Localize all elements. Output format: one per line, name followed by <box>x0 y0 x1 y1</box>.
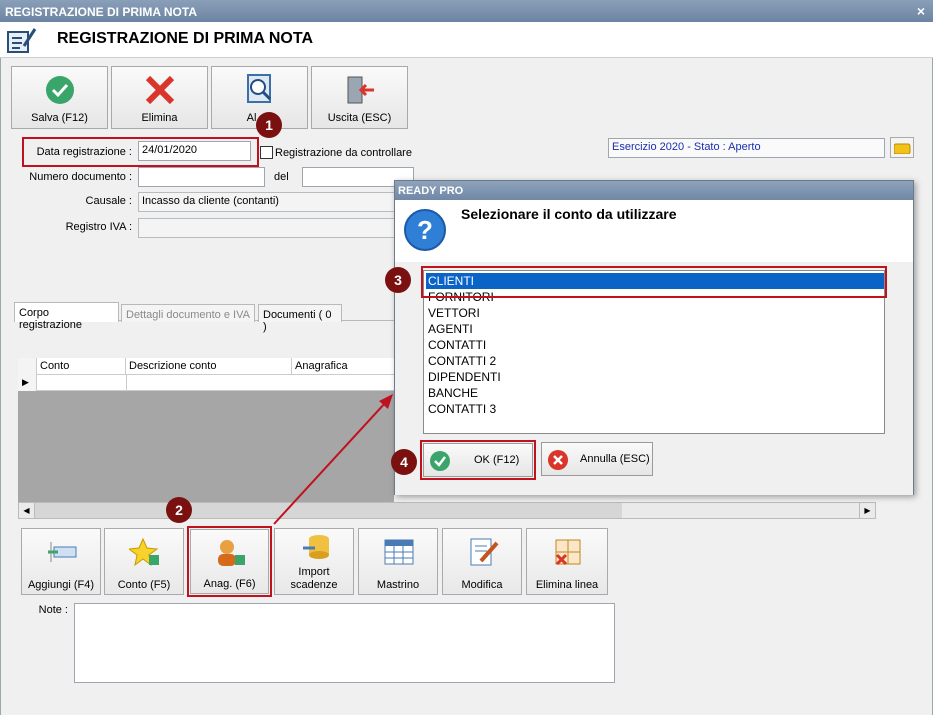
list-item[interactable]: AGENTI <box>428 321 473 337</box>
list-item[interactable]: CONTATTI <box>428 337 486 353</box>
select-account-dialog: READY PRO ? Selezionare il conto da util… <box>385 180 914 495</box>
list-item[interactable]: BANCHE <box>428 385 478 401</box>
ok-label: OK (F12) <box>474 454 520 466</box>
svg-text:?: ? <box>417 215 433 245</box>
dialog-title: READY PRO <box>398 185 464 197</box>
list-item[interactable]: DIPENDENTI <box>428 369 501 385</box>
dialog-header: ? Selezionare il conto da utilizzare <box>395 200 913 262</box>
dialog-question: Selezionare il conto da utilizzare <box>461 206 677 222</box>
cancel-x-icon <box>548 450 568 470</box>
cancel-button[interactable]: Annulla (ESC) <box>541 442 653 476</box>
list-item[interactable]: CONTATTI 2 <box>428 353 496 369</box>
list-item[interactable]: CONTATTI 3 <box>428 401 496 417</box>
question-icon: ? <box>404 209 446 251</box>
list-highlight-frame <box>421 266 887 298</box>
step-badge-3: 3 <box>385 267 411 293</box>
dialog-titlebar: READY PRO <box>395 181 913 200</box>
step-badge-4: 4 <box>391 449 417 475</box>
ok-button[interactable]: OK (F12) <box>423 443 533 477</box>
cancel-label: Annulla (ESC) <box>580 453 650 465</box>
list-item[interactable]: VETTORI <box>428 305 480 321</box>
check-icon <box>430 451 450 471</box>
